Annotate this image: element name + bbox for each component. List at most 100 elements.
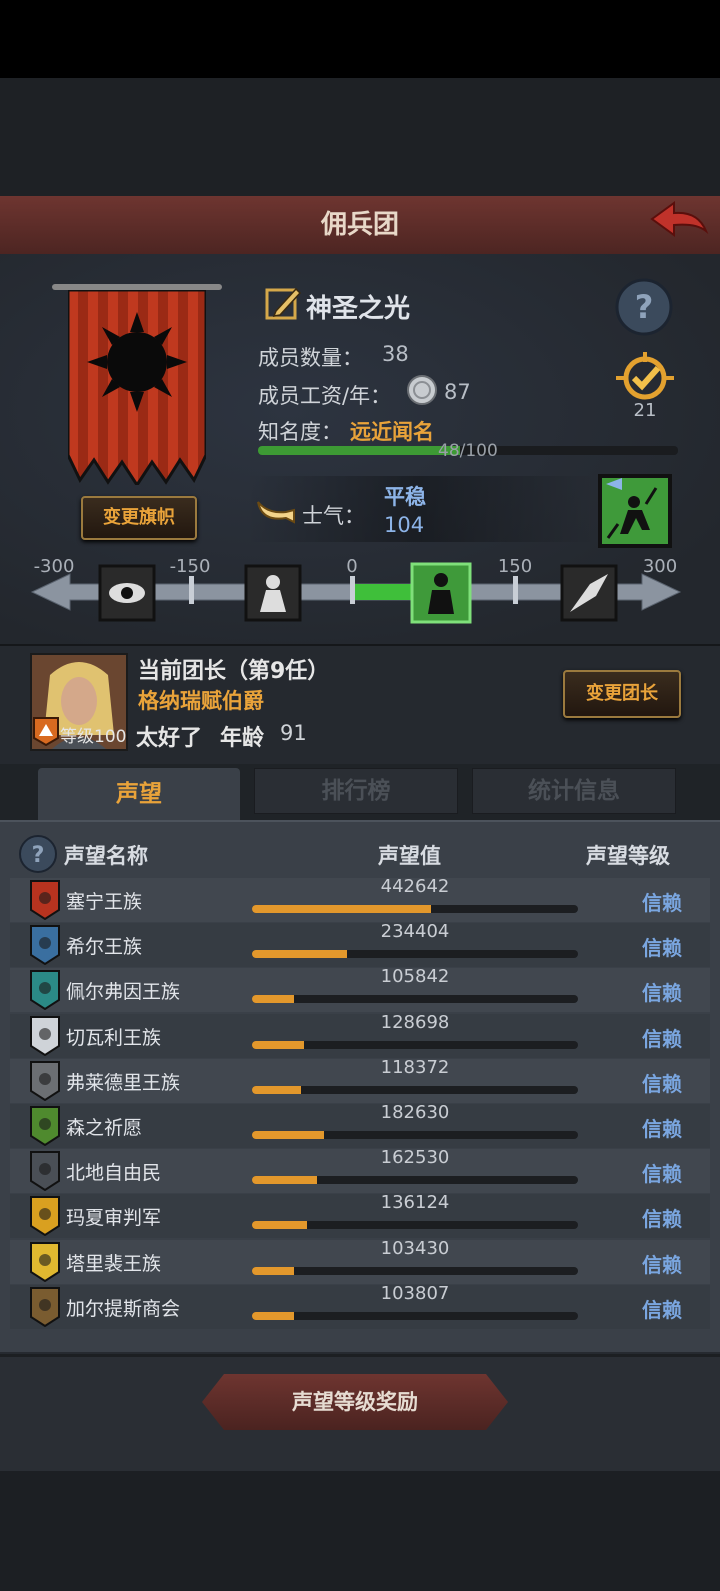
fear-figure-icon[interactable] — [244, 564, 302, 622]
column-header-level: 声望等级 — [586, 844, 670, 868]
reputation-progress-bar — [252, 1311, 578, 1320]
reputation-value: 162530 — [380, 1147, 450, 1169]
reputation-level: 信赖 — [642, 1071, 682, 1096]
column-header-value: 声望值 — [378, 844, 441, 868]
table-help-icon[interactable]: ? — [18, 834, 58, 874]
change-leader-button[interactable]: 变更团长 — [563, 670, 681, 718]
table-row[interactable]: 希尔王族 234404 信赖 — [10, 921, 710, 968]
status-bar — [0, 0, 720, 78]
faction-name: 北地自由民 — [66, 1162, 162, 1185]
mission-check-icon[interactable] — [614, 352, 676, 402]
morale-value: 104 — [384, 513, 425, 537]
edit-name-icon[interactable] — [264, 285, 302, 323]
crest-grey-icon — [30, 1060, 60, 1101]
reputation-progress-bar — [252, 1266, 578, 1275]
reputation-value: 234404 — [380, 921, 450, 943]
crest-chest-icon — [30, 1286, 60, 1327]
change-banner-button[interactable]: 变更旗帜 — [81, 496, 197, 540]
table-row[interactable]: 森之祈愿 182630 信赖 — [10, 1102, 710, 1148]
reputation-value: 136124 — [380, 1192, 450, 1214]
svg-text:?: ? — [635, 288, 654, 326]
members-value: 38 — [382, 342, 409, 366]
reputation-progress-bar — [252, 950, 578, 959]
faction-name: 玛夏审判军 — [66, 1207, 162, 1230]
faction-name: 希尔王族 — [66, 936, 143, 959]
reputation-value: 128698 — [380, 1011, 450, 1033]
reputation-reward-button[interactable]: 声望等级奖励 — [202, 1374, 508, 1430]
scale-tick — [189, 576, 194, 604]
tab-statistics[interactable]: 统计信息 — [472, 768, 676, 814]
reputation-progress-bar — [252, 995, 578, 1004]
crest-blue-icon — [30, 925, 60, 966]
guild-name: 神圣之光 — [306, 294, 411, 324]
fame-progress-text: 48/100 — [438, 441, 498, 461]
reputation-progress-fill — [252, 1176, 318, 1185]
reputation-progress-fill — [252, 905, 432, 913]
reputation-value: 105842 — [380, 966, 450, 988]
guild-banner[interactable] — [68, 290, 206, 485]
top-backdrop — [0, 78, 720, 196]
crest-red-icon — [30, 880, 60, 920]
back-arrow-icon[interactable] — [648, 201, 710, 247]
table-row[interactable]: 玛夏审判军 136124 信赖 — [10, 1192, 710, 1239]
leader-name: 格纳瑞赋伯爵 — [138, 689, 264, 713]
reputation-progress-bar — [252, 1040, 578, 1049]
reputation-progress-bar — [252, 1131, 578, 1139]
crest-dark-icon — [30, 1151, 60, 1192]
reputation-value: 103430 — [380, 1237, 450, 1259]
bottom-backdrop — [0, 1471, 720, 1591]
tab-ranking[interactable]: 排行榜 — [254, 768, 458, 814]
reputation-level: 信赖 — [642, 981, 682, 1006]
reputation-level: 信赖 — [642, 1117, 682, 1141]
horn-icon — [257, 501, 295, 524]
column-header-name: 声望名称 — [64, 844, 148, 868]
help-icon[interactable]: ? — [614, 277, 674, 337]
crest-white-icon — [30, 1015, 60, 1056]
reputation-level: 信赖 — [642, 1026, 682, 1051]
morale-flag-icon[interactable] — [598, 474, 672, 548]
reputation-progress-fill — [252, 950, 347, 959]
svg-text:?: ? — [32, 843, 45, 868]
scale-tick-label: 0 — [346, 556, 357, 577]
reputation-progress-fill — [252, 1266, 295, 1275]
reputation-value: 118372 — [380, 1056, 450, 1078]
reputation-progress-fill — [252, 1311, 295, 1320]
table-row[interactable]: 佩尔弗因王族 105842 信赖 — [10, 966, 710, 1013]
morale-scale: -300 -150 0 150 300 — [30, 556, 682, 624]
faction-name: 加尔提斯商会 — [66, 1297, 181, 1320]
heroic-charge-icon[interactable] — [560, 564, 618, 622]
table-row[interactable]: 弗莱德里王族 118372 信赖 — [10, 1056, 710, 1103]
scale-tick-label: -300 — [34, 556, 75, 577]
panic-eye-icon[interactable] — [98, 564, 156, 622]
faction-name: 切瓦利王族 — [66, 1026, 162, 1049]
reputation-value: 182630 — [380, 1102, 450, 1123]
table-row[interactable]: 塔里裴王族 103430 信赖 — [10, 1237, 710, 1284]
morale-label: 士气： — [302, 504, 365, 528]
table-row[interactable]: 加尔提斯商会 103807 信赖 — [10, 1282, 710, 1329]
scale-tick — [513, 576, 518, 604]
leader-level: 等级100 — [60, 727, 127, 747]
crest-green-icon — [30, 1106, 60, 1146]
table-row[interactable]: 塞宁王族 442642 信赖 — [10, 876, 710, 922]
salary-label: 成员工资/年： — [258, 384, 392, 408]
reputation-level: 信赖 — [642, 1162, 682, 1187]
salary-value: 87 — [444, 380, 471, 404]
tab-reputation[interactable]: 声望 — [38, 768, 240, 820]
table-row[interactable]: 切瓦利王族 128698 信赖 — [10, 1011, 710, 1058]
crest-gold-icon — [30, 1241, 60, 1282]
table-row[interactable]: 北地自由民 162530 信赖 — [10, 1147, 710, 1194]
fame-progress-fill — [258, 446, 460, 455]
scale-tick — [350, 576, 355, 604]
faction-name: 弗莱德里王族 — [66, 1071, 181, 1094]
faction-name: 佩尔弗因王族 — [66, 981, 181, 1004]
reputation-progress-bar — [252, 1085, 578, 1094]
reputation-value: 103807 — [380, 1282, 450, 1304]
reputation-level: 信赖 — [642, 1252, 682, 1277]
reputation-progress-fill — [252, 1040, 305, 1049]
reputation-value: 442642 — [380, 876, 450, 897]
faction-name: 森之祈愿 — [66, 1117, 143, 1139]
fame-level: 远近闻名 — [350, 420, 434, 444]
steady-figure-icon[interactable] — [410, 562, 472, 624]
crest-yellow-icon — [30, 1196, 60, 1237]
leader-trait: 太好了 — [136, 726, 203, 751]
